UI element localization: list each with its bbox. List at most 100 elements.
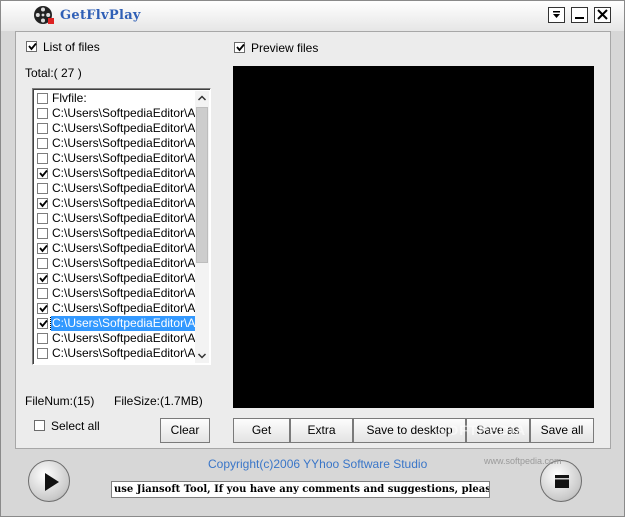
scrollbar-thumb[interactable] [196, 107, 208, 263]
list-item-label: C:\Users\SoftpediaEditor\AppData [52, 211, 195, 225]
list-item-label: C:\Users\SoftpediaEditor\AppData [52, 346, 195, 360]
stop-icon [555, 475, 569, 488]
list-of-files-checkbox[interactable] [26, 41, 37, 52]
list-item-checkbox[interactable] [37, 168, 48, 179]
scroll-up-icon[interactable] [195, 91, 209, 105]
close-button[interactable] [594, 7, 611, 23]
copyright-link[interactable]: Copyright(c)2006 YYhoo Software Studio [208, 457, 427, 471]
scroll-down-icon[interactable] [195, 349, 209, 363]
list-item[interactable]: C:\Users\SoftpediaEditor\AppData [35, 211, 195, 226]
list-item[interactable]: C:\Users\SoftpediaEditor\AppData [35, 346, 195, 361]
watermark-url: www.softpedia.com [484, 456, 562, 466]
checkmark-icon [39, 199, 48, 208]
list-item[interactable]: C:\Users\SoftpediaEditor\AppData [35, 196, 195, 211]
list-item-checkbox[interactable] [37, 288, 48, 299]
list-item-label: C:\Users\SoftpediaEditor\AppData [52, 331, 195, 345]
list-of-files-label: List of files [43, 40, 100, 54]
menu-dropdown-button[interactable] [548, 7, 565, 23]
checkmark-icon [236, 43, 245, 52]
checkmark-icon [28, 42, 37, 51]
title-bar[interactable]: GetFlvPlay [1, 1, 624, 31]
list-item-checkbox[interactable] [37, 243, 48, 254]
list-item-checkbox[interactable] [37, 318, 48, 329]
list-item[interactable]: C:\Users\SoftpediaEditor\AppData [35, 286, 195, 301]
checkmark-icon [39, 304, 48, 313]
window-title: GetFlvPlay [60, 8, 141, 23]
list-item-label: C:\Users\SoftpediaEditor\AppData [52, 151, 195, 165]
film-reel-icon [34, 6, 54, 24]
list-item-label: C:\Users\SoftpediaEditor\AppData [52, 181, 195, 195]
list-item-label: C:\Users\SoftpediaEditor\AppData [52, 301, 195, 315]
list-item-label: C:\Users\SoftpediaEditor\AppData [49, 316, 195, 331]
list-item-checkbox[interactable] [37, 153, 48, 164]
list-item-label: C:\Users\SoftpediaEditor\AppData [52, 241, 195, 255]
file-size: FileSize:(1.7MB) [114, 394, 203, 408]
list-item-checkbox[interactable] [37, 228, 48, 239]
list-item-label: Flvfile: [52, 91, 87, 105]
list-item[interactable]: C:\Users\SoftpediaEditor\AppData [35, 166, 195, 181]
list-item-checkbox[interactable] [37, 348, 48, 359]
video-preview[interactable] [233, 66, 594, 408]
list-item-checkbox[interactable] [37, 198, 48, 209]
list-item[interactable]: C:\Users\SoftpediaEditor\AppData [35, 226, 195, 241]
list-item-label: C:\Users\SoftpediaEditor\AppData [52, 106, 195, 120]
select-all-label: Select all [51, 419, 100, 433]
list-item-label: C:\Users\SoftpediaEditor\AppData [52, 286, 195, 300]
file-list: Flvfile:C:\Users\SoftpediaEditor\AppData… [35, 91, 195, 363]
get-button[interactable]: Get [233, 418, 290, 443]
list-item-checkbox[interactable] [37, 303, 48, 314]
play-button[interactable] [28, 460, 70, 502]
list-item-checkbox[interactable] [37, 333, 48, 344]
list-item[interactable]: C:\Users\SoftpediaEditor\AppData [35, 136, 195, 151]
extra-button[interactable]: Extra [290, 418, 353, 443]
list-item-label: C:\Users\SoftpediaEditor\AppData [52, 196, 195, 210]
list-item[interactable]: C:\Users\SoftpediaEditor\AppData [35, 181, 195, 196]
dropdown-icon [553, 11, 560, 18]
list-item[interactable]: C:\Users\SoftpediaEditor\AppData [35, 316, 195, 331]
list-item-checkbox[interactable] [37, 258, 48, 269]
list-item-label: C:\Users\SoftpediaEditor\AppData [52, 271, 195, 285]
list-item-label: C:\Users\SoftpediaEditor\AppData [52, 226, 195, 240]
clear-button[interactable]: Clear [160, 418, 210, 443]
list-item-checkbox[interactable] [37, 93, 48, 104]
minimize-button[interactable] [571, 7, 588, 23]
checkmark-icon [39, 169, 48, 178]
total-count: Total:( 27 ) [25, 66, 82, 80]
select-all-checkbox[interactable] [34, 420, 45, 431]
softpedia-watermark: SOFTPEDIA [437, 422, 527, 438]
list-item-checkbox[interactable] [37, 273, 48, 284]
play-icon [45, 473, 59, 491]
preview-files-label: Preview files [251, 41, 319, 55]
list-item-label: C:\Users\SoftpediaEditor\AppData [52, 121, 195, 135]
feedback-marquee[interactable]: use Jiansoft Tool, If you have any comme… [111, 481, 490, 498]
list-item-label: C:\Users\SoftpediaEditor\AppData [52, 256, 195, 270]
save-all-button[interactable]: Save all [530, 418, 594, 443]
list-item-label: C:\Users\SoftpediaEditor\AppData [52, 166, 195, 180]
preview-files-checkbox[interactable] [234, 42, 245, 53]
list-item[interactable]: C:\Users\SoftpediaEditor\AppData [35, 331, 195, 346]
list-item[interactable]: C:\Users\SoftpediaEditor\AppData [35, 106, 195, 121]
file-num: FileNum:(15) [25, 394, 95, 408]
list-item-checkbox[interactable] [37, 183, 48, 194]
list-item[interactable]: C:\Users\SoftpediaEditor\AppData [35, 151, 195, 166]
list-item-checkbox[interactable] [37, 123, 48, 134]
file-listbox[interactable]: Flvfile:C:\Users\SoftpediaEditor\AppData… [32, 88, 211, 365]
list-item-checkbox[interactable] [37, 213, 48, 224]
list-item[interactable]: C:\Users\SoftpediaEditor\AppData [35, 241, 195, 256]
list-item-checkbox[interactable] [37, 108, 48, 119]
list-item[interactable]: Flvfile: [35, 91, 195, 106]
stop-button[interactable] [540, 460, 582, 502]
close-icon [597, 9, 608, 20]
list-item[interactable]: C:\Users\SoftpediaEditor\AppData [35, 256, 195, 271]
list-item-label: C:\Users\SoftpediaEditor\AppData [52, 136, 195, 150]
list-item[interactable]: C:\Users\SoftpediaEditor\AppData [35, 301, 195, 316]
list-item[interactable]: C:\Users\SoftpediaEditor\AppData [35, 271, 195, 286]
list-item-checkbox[interactable] [37, 138, 48, 149]
checkmark-icon [39, 319, 48, 328]
list-item[interactable]: C:\Users\SoftpediaEditor\AppData [35, 121, 195, 136]
minimize-icon [575, 17, 584, 19]
list-scrollbar[interactable] [195, 91, 209, 363]
checkmark-icon [39, 244, 48, 253]
app-window: GetFlvPlay List of files Total:( 27 ) Fl… [0, 0, 625, 517]
checkmark-icon [39, 274, 48, 283]
